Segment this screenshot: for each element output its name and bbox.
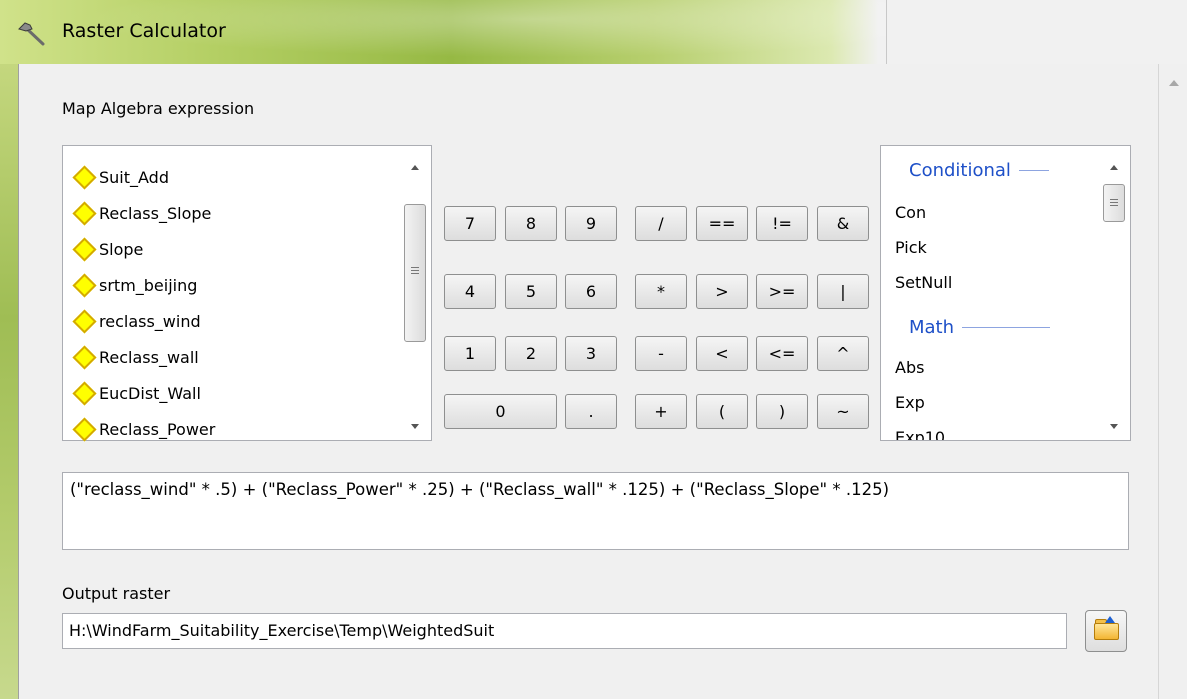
seven-button[interactable]: 7: [444, 206, 496, 241]
plus-button[interactable]: +: [635, 394, 687, 429]
list-item[interactable]: Suit_Add: [72, 160, 169, 194]
greater-equal-button[interactable]: >=: [756, 274, 808, 309]
raster-layer-icon: [72, 236, 97, 262]
left-paren-button[interactable]: (: [696, 394, 748, 429]
nine-button[interactable]: 9: [565, 206, 617, 241]
four-button[interactable]: 4: [444, 274, 496, 309]
multiply-button[interactable]: *: [635, 274, 687, 309]
expression-input[interactable]: ("reclass_wind" * .5) + ("Reclass_Power"…: [62, 472, 1129, 550]
function-item[interactable]: Exp: [895, 393, 925, 412]
list-item[interactable]: Reclass_Power: [72, 412, 216, 446]
raster-layer-icon: [72, 272, 97, 298]
minus-button[interactable]: -: [635, 336, 687, 371]
window-frame-left: [0, 64, 18, 699]
list-item[interactable]: EucDist_Wall: [72, 376, 201, 410]
zero-button[interactable]: 0: [444, 394, 557, 429]
two-button[interactable]: 2: [505, 336, 557, 371]
grip-line: [411, 273, 419, 274]
function-item[interactable]: SetNull: [895, 273, 952, 292]
not-button[interactable]: ~: [817, 394, 869, 429]
scroll-down-icon[interactable]: [1110, 424, 1118, 429]
arrow-icon: [1105, 616, 1115, 623]
list-item[interactable]: srtm_beijing: [72, 268, 198, 302]
raster-layer-icon: [72, 344, 97, 370]
list-item[interactable]: Reclass_wall: [72, 340, 199, 374]
math-header-label: Math: [909, 317, 955, 338]
list-item[interactable]: Reclass_Slope: [72, 196, 212, 230]
layer-name: Suit_Add: [99, 167, 169, 187]
decimal-button[interactable]: .: [565, 394, 617, 429]
functions-list[interactable]: Conditional Con Pick SetNull Math Abs Ex…: [880, 145, 1131, 441]
window-title: Raster Calculator: [62, 20, 226, 42]
list-item[interactable]: Slope: [72, 232, 144, 266]
layer-name: Reclass_Power: [99, 419, 216, 439]
xor-button[interactable]: ^: [817, 336, 869, 371]
grip-line: [411, 267, 419, 268]
conditional-header: Conditional: [909, 160, 1049, 181]
layers-scrollbar[interactable]: [401, 146, 430, 438]
layer-name: Reclass_Slope: [99, 203, 212, 223]
scroll-up-icon[interactable]: [1110, 165, 1118, 170]
math-header: Math: [909, 317, 1051, 338]
conditional-header-label: Conditional: [909, 160, 1011, 181]
right-paren-button[interactable]: ): [756, 394, 808, 429]
and-button[interactable]: &: [817, 206, 869, 241]
grip-line: [411, 270, 419, 271]
output-raster-label: Output raster: [62, 584, 171, 603]
map-algebra-label: Map Algebra expression: [62, 99, 255, 118]
title-bar[interactable]: Raster Calculator: [0, 0, 1187, 64]
header-rule: [962, 327, 1051, 328]
raster-layer-icon: [72, 164, 97, 190]
not-equals-button[interactable]: !=: [756, 206, 808, 241]
output-raster-field[interactable]: H:\WindFarm_Suitability_Exercise\Temp\We…: [62, 613, 1067, 649]
scroll-up-icon[interactable]: [411, 165, 419, 170]
list-item[interactable]: reclass_wind: [72, 304, 201, 338]
layer-name: EucDist_Wall: [99, 383, 201, 403]
raster-layer-icon: [72, 200, 97, 226]
five-button[interactable]: 5: [505, 274, 557, 309]
less-equal-button[interactable]: <=: [756, 336, 808, 371]
raster-layer-icon: [72, 416, 97, 442]
greater-than-button[interactable]: >: [696, 274, 748, 309]
open-folder-icon: [1094, 623, 1119, 640]
functions-scrollbar[interactable]: [1100, 146, 1129, 438]
grip-line: [1110, 202, 1118, 203]
six-button[interactable]: 6: [565, 274, 617, 309]
raster-layer-icon: [72, 308, 97, 334]
scroll-down-icon[interactable]: [411, 424, 419, 429]
function-item[interactable]: Abs: [895, 358, 924, 377]
one-button[interactable]: 1: [444, 336, 496, 371]
hammer-icon: [18, 22, 45, 46]
function-item[interactable]: Pick: [895, 238, 927, 257]
scroll-up-arrow-icon[interactable]: [1169, 80, 1179, 86]
less-than-button[interactable]: <: [696, 336, 748, 371]
browse-button[interactable]: [1085, 610, 1127, 652]
header-rule: [1018, 170, 1049, 171]
equals-button[interactable]: ==: [696, 206, 748, 241]
layer-name: srtm_beijing: [99, 275, 198, 295]
scroll-thumb[interactable]: [1103, 184, 1125, 222]
three-button[interactable]: 3: [565, 336, 617, 371]
grip-line: [1110, 205, 1118, 206]
function-item[interactable]: Exp10: [895, 428, 945, 440]
eight-button[interactable]: 8: [505, 206, 557, 241]
title-bar-blank: [886, 0, 1187, 64]
or-button[interactable]: |: [817, 274, 869, 309]
raster-layer-icon: [72, 380, 97, 406]
divide-button[interactable]: /: [635, 206, 687, 241]
scroll-thumb[interactable]: [404, 204, 426, 342]
layer-name: Reclass_wall: [99, 347, 199, 367]
grip-line: [1110, 199, 1118, 200]
layer-name: Slope: [99, 239, 144, 259]
layers-list[interactable]: Suit_Add Reclass_Slope Slope srtm_beijin…: [62, 145, 432, 442]
function-item[interactable]: Con: [895, 203, 926, 222]
dialog-scrollbar[interactable]: [1158, 64, 1187, 699]
layer-name: reclass_wind: [99, 311, 201, 331]
